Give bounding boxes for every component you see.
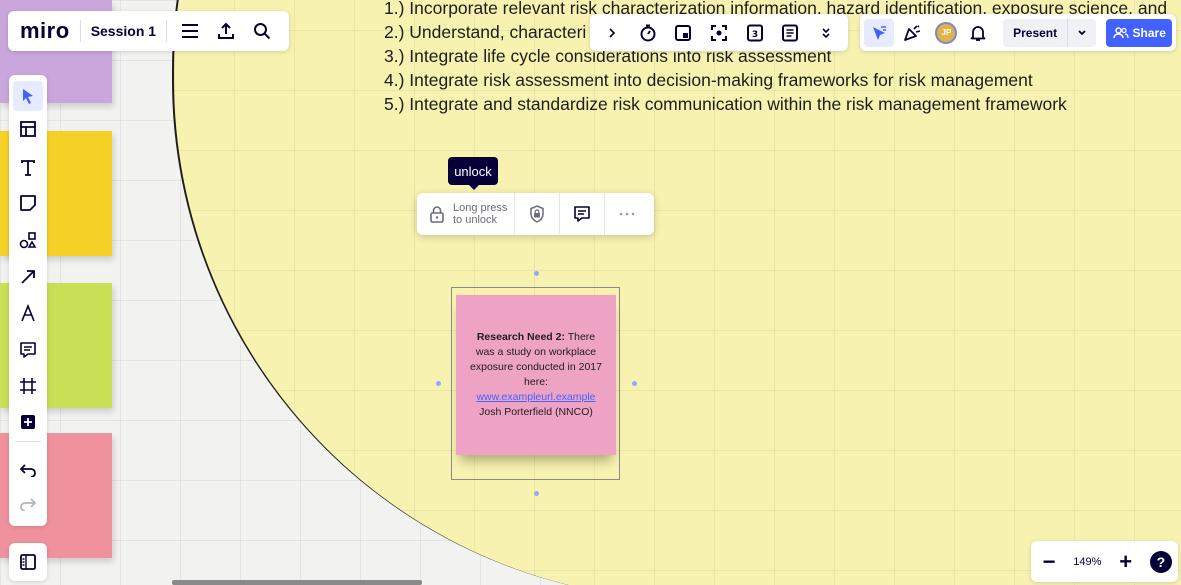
add-icon[interactable] bbox=[13, 407, 43, 437]
unlock-hint: Long press to unlock bbox=[453, 202, 507, 226]
right-toolbar: JP Present Share bbox=[860, 14, 1176, 51]
select-icon[interactable] bbox=[13, 81, 43, 111]
resize-handle-left[interactable] bbox=[436, 381, 441, 386]
miro-logo[interactable]: miro bbox=[20, 18, 70, 44]
users-icon bbox=[1112, 26, 1129, 38]
arrow-icon[interactable] bbox=[13, 262, 43, 292]
sticky-link[interactable]: www.exampleurl.example bbox=[476, 391, 595, 403]
resize-handle-top[interactable] bbox=[534, 271, 539, 276]
redo-icon[interactable] bbox=[13, 489, 43, 519]
text-icon[interactable] bbox=[13, 153, 43, 183]
goal-line-5: 5.) Integrate and standardize risk commu… bbox=[384, 94, 1067, 114]
resize-handle-right[interactable] bbox=[632, 381, 637, 386]
unlock-hint-line-2: to unlock bbox=[453, 214, 498, 226]
goal-line-4: 4.) Integrate risk assessment into decis… bbox=[384, 70, 1033, 90]
svg-text:3: 3 bbox=[752, 30, 758, 40]
comment-icon[interactable] bbox=[13, 335, 43, 365]
zoom-out-button[interactable]: − bbox=[1037, 549, 1061, 575]
toolbar-divider bbox=[15, 441, 41, 442]
goal-line-2-visible: 2.) Understand, characteri bbox=[384, 22, 587, 42]
sticky-note-research-need-2[interactable]: Research Need 2: There was a study on wo… bbox=[456, 295, 616, 455]
share-button[interactable]: Share bbox=[1106, 18, 1172, 47]
comment-icon[interactable] bbox=[560, 193, 604, 235]
unlock-tooltip: unlock bbox=[448, 157, 498, 190]
shapes-icon[interactable] bbox=[13, 225, 43, 255]
board-header: miro Session 1 bbox=[8, 11, 289, 51]
sticky-bold-heading: Research Need 2: bbox=[476, 331, 565, 343]
zoom-in-button[interactable]: + bbox=[1114, 549, 1138, 575]
export-icon[interactable] bbox=[215, 20, 237, 42]
collaboration-toolbar: 3 bbox=[590, 14, 848, 51]
menu-icon[interactable] bbox=[179, 20, 201, 42]
divider bbox=[166, 20, 168, 42]
creation-toolbar bbox=[9, 75, 47, 526]
sticky-note-text: Research Need 2: There was a study on wo… bbox=[468, 330, 604, 420]
timer-icon[interactable] bbox=[635, 20, 661, 46]
share-label: Share bbox=[1132, 25, 1166, 40]
present-button[interactable]: Present bbox=[1003, 18, 1097, 47]
object-context-menu: Long press to unlock bbox=[417, 193, 654, 235]
panel-toggle-button[interactable] bbox=[9, 543, 47, 581]
help-button[interactable]: ? bbox=[1149, 550, 1172, 573]
zoom-level[interactable]: 149% bbox=[1073, 556, 1101, 568]
sticky-author-text: Josh Porterfield (NNCO) bbox=[479, 406, 593, 418]
celebrate-icon[interactable] bbox=[898, 19, 928, 47]
counter-icon[interactable]: 3 bbox=[742, 20, 768, 46]
more-options-icon[interactable] bbox=[604, 193, 649, 235]
board-canvas[interactable]: 1.) Incorporate relevant risk characteri… bbox=[0, 0, 1181, 585]
canvas-scrollbar[interactable] bbox=[172, 580, 422, 585]
lock-shield-icon[interactable] bbox=[515, 193, 560, 235]
resize-handle-bottom[interactable] bbox=[534, 491, 539, 496]
zoom-controls: − 149% + ? bbox=[1031, 541, 1178, 582]
notes-icon[interactable] bbox=[777, 20, 803, 46]
sticky-note-icon[interactable] bbox=[13, 188, 43, 218]
user-avatar: JP bbox=[935, 21, 958, 44]
divider bbox=[79, 20, 81, 42]
search-icon[interactable] bbox=[251, 20, 273, 42]
undo-icon[interactable] bbox=[13, 455, 43, 485]
lock-icon bbox=[430, 206, 444, 223]
chevron-down-icon[interactable] bbox=[1067, 18, 1096, 47]
focus-icon[interactable] bbox=[706, 20, 732, 46]
avatar[interactable]: JP bbox=[932, 19, 962, 47]
more-chevron-icon[interactable] bbox=[813, 20, 839, 46]
pen-icon[interactable] bbox=[13, 298, 43, 328]
frame-icon[interactable] bbox=[13, 371, 43, 401]
cursor-follow-icon[interactable] bbox=[864, 18, 894, 47]
present-label: Present bbox=[1013, 25, 1058, 40]
sticky-add-icon[interactable] bbox=[670, 20, 696, 46]
board-name[interactable]: Session 1 bbox=[91, 23, 156, 39]
templates-icon[interactable] bbox=[13, 114, 43, 144]
bell-icon[interactable] bbox=[963, 19, 993, 47]
unlock-hint-line-1: Long press bbox=[453, 202, 508, 214]
chevron-right-icon[interactable] bbox=[599, 20, 625, 46]
sidebar-panel-icon bbox=[20, 554, 36, 570]
unlock-button[interactable]: Long press to unlock bbox=[417, 193, 515, 235]
